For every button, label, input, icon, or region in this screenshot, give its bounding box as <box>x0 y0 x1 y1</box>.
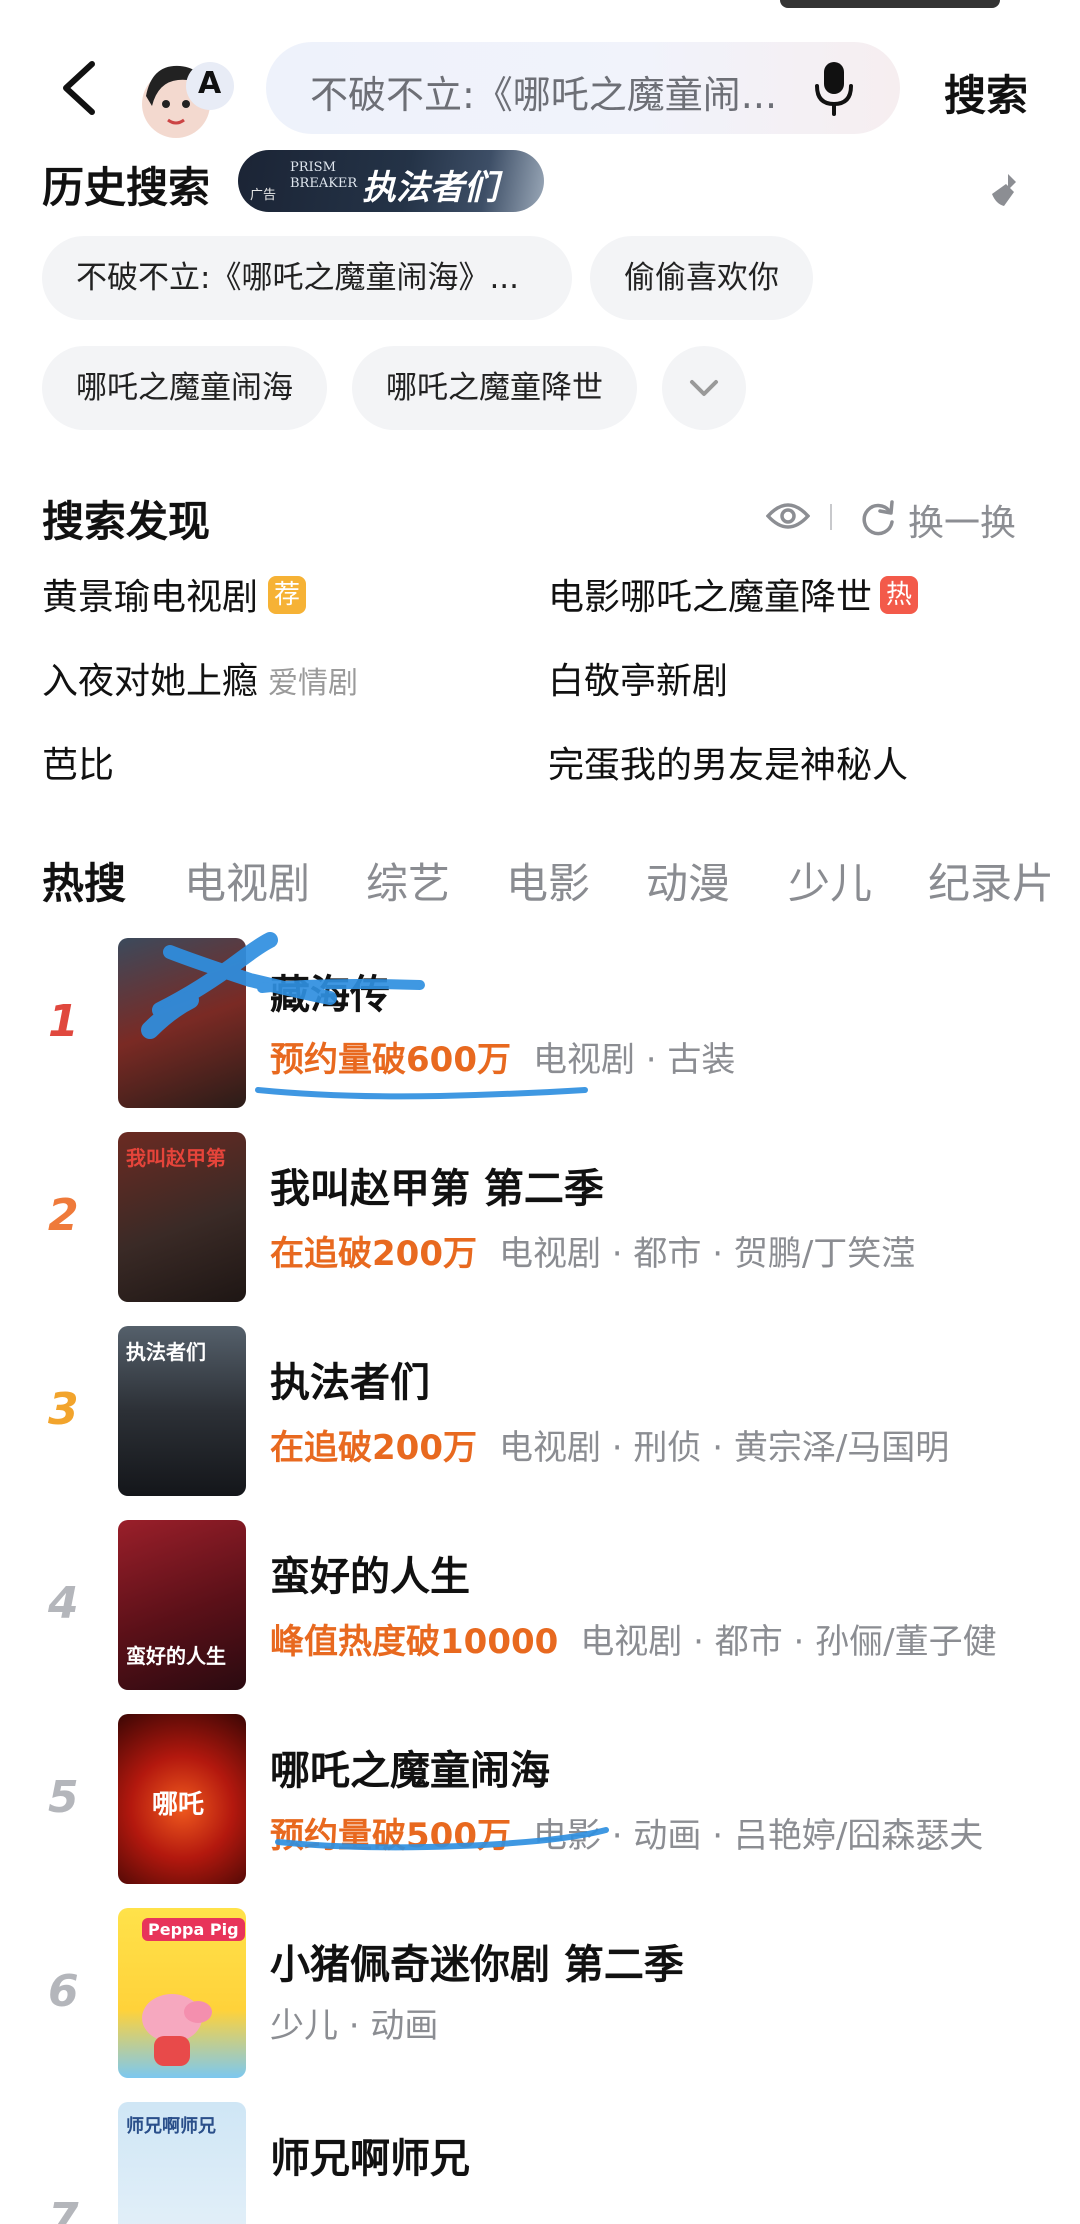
tab-documentary[interactable]: 纪录片 <box>928 850 1054 911</box>
item-title: 我叫赵甲第 第二季 <box>270 1166 604 1212</box>
rank-number: 5 <box>48 1772 79 1823</box>
poster-image: 我叫赵甲第 <box>118 1132 246 1302</box>
history-chip[interactable]: 哪吒之魔童闹海 <box>42 346 327 430</box>
poster-image: Peppa Pig <box>118 1908 246 2078</box>
discover-item[interactable]: 电影哪吒之魔童降世热 <box>548 568 919 620</box>
tab-movie[interactable]: 电影 <box>506 850 590 911</box>
rank-number: 3 <box>48 1384 79 1435</box>
ranking-row[interactable]: 7 师兄啊师兄 师兄啊师兄 <box>0 2102 1080 2224</box>
search-header: A 不破不立:《哪吒之魔童闹... 搜索 <box>0 38 1080 138</box>
refresh-icon[interactable] <box>858 498 898 538</box>
item-meta: 在追破200万 电视剧 · 刑侦 · 黄宗泽/马国明 <box>270 1428 950 1468</box>
discover-title: 搜索发现 <box>42 497 211 546</box>
recommend-badge: 荐 <box>268 576 307 614</box>
ranking-row[interactable]: 5 哪吒 哪吒之魔童闹海 预约量破500万 电影 · 动画 · 吕艳婷/囧森瑟夫 <box>0 1714 1080 1884</box>
tab-tv[interactable]: 电视剧 <box>184 850 310 911</box>
status-bar-fragment <box>780 0 1000 8</box>
rank-number: 4 <box>48 1578 79 1629</box>
ad-tag: 广告 <box>250 188 277 203</box>
tab-hot[interactable]: 热搜 <box>42 850 126 911</box>
search-button[interactable]: 搜索 <box>944 62 1028 123</box>
tab-kids[interactable]: 少儿 <box>788 850 872 911</box>
history-chip[interactable]: 偷偷喜欢你 <box>590 236 813 320</box>
hot-badge: 热 <box>880 576 919 614</box>
category-tabs: 热搜 电视剧 综艺 电影 动漫 少儿 纪录片 <box>42 850 1080 920</box>
discover-item-genre: 爱情剧 <box>268 666 359 701</box>
refresh-label[interactable]: 换一换 <box>908 494 1016 546</box>
tab-variety[interactable]: 综艺 <box>366 850 450 911</box>
poster-image: 哪吒 <box>118 1714 246 1884</box>
ad-brand: PRISM BREAKER <box>290 160 358 191</box>
discover-item[interactable]: 完蛋我的男友是神秘人 <box>548 736 908 788</box>
ai-avatar-icon[interactable]: A <box>138 56 234 144</box>
item-meta: 少儿 · 动画 <box>270 2006 439 2046</box>
item-title: 师兄啊师兄 <box>270 2136 470 2182</box>
poster-image: 执法者们 <box>118 1326 246 1496</box>
expand-history-button[interactable] <box>662 346 746 430</box>
history-chip[interactable]: 不破不立:《哪吒之魔童闹海》... <box>42 236 572 320</box>
poster-image <box>118 938 246 1108</box>
item-title: 执法者们 <box>270 1360 430 1406</box>
back-arrow-icon[interactable] <box>52 58 112 118</box>
eye-icon[interactable] <box>766 498 810 534</box>
ranking-row[interactable]: 6 Peppa Pig 小猪佩奇迷你剧 第二季 少儿 · 动画 <box>0 1908 1080 2078</box>
search-input-value[interactable]: 不破不立:《哪吒之魔童闹... <box>310 64 780 119</box>
item-meta: 在追破200万 电视剧 · 都市 · 贺鹏/丁笑滢 <box>270 1234 916 1274</box>
item-meta: 预约量破600万 电视剧 · 古装 <box>270 1040 736 1080</box>
history-title: 历史搜索 <box>42 163 211 212</box>
discover-item[interactable]: 黄景瑜电视剧荐 <box>42 568 307 620</box>
ranking-row[interactable]: 1 藏海传 预约量破600万 电视剧 · 古装 <box>0 938 1080 1108</box>
item-title: 哪吒之魔童闹海 <box>270 1748 550 1794</box>
rank-number: 1 <box>48 996 79 1047</box>
divider <box>830 504 832 530</box>
discover-item[interactable]: 白敬亭新剧 <box>548 652 728 704</box>
item-title: 藏海传 <box>270 972 390 1018</box>
item-meta: 预约量破500万 电影 · 动画 · 吕艳婷/囧森瑟夫 <box>270 1816 984 1856</box>
ad-banner[interactable]: 广告 PRISM BREAKER 执法者们 <box>238 150 544 212</box>
ad-title: 执法者们 <box>362 168 498 208</box>
history-chip[interactable]: 哪吒之魔童降世 <box>352 346 637 430</box>
discover-tools: 换一换 <box>766 494 1036 544</box>
rank-number: 6 <box>48 1966 79 2017</box>
item-meta: 峰值热度破10000 电视剧 · 都市 · 孙俪/董子健 <box>270 1622 997 1662</box>
clear-history-icon[interactable] <box>986 170 1026 210</box>
ranking-row[interactable]: 2 我叫赵甲第 我叫赵甲第 第二季 在追破200万 电视剧 · 都市 · 贺鹏/丁… <box>0 1132 1080 1302</box>
poster-image: 师兄啊师兄 <box>118 2102 246 2224</box>
item-title: 蛮好的人生 <box>270 1554 470 1600</box>
avatar-badge: A <box>198 66 222 101</box>
handwritten-annotation <box>141 932 609 1851</box>
item-title: 小猪佩奇迷你剧 第二季 <box>270 1942 684 1988</box>
tab-anime[interactable]: 动漫 <box>646 850 730 911</box>
rank-number: 7 <box>48 2194 79 2224</box>
poster-image: 蛮好的人生 <box>118 1520 246 1690</box>
search-input[interactable]: 不破不立:《哪吒之魔童闹... <box>266 42 900 134</box>
microphone-icon[interactable] <box>812 58 856 118</box>
discover-item[interactable]: 芭比 <box>42 736 114 788</box>
pig-character-icon <box>142 1994 212 2066</box>
discover-item[interactable]: 入夜对她上瘾 爱情剧 <box>42 652 358 704</box>
chevron-down-icon <box>690 380 718 396</box>
ranking-row[interactable]: 4 蛮好的人生 蛮好的人生 峰值热度破10000 电视剧 · 都市 · 孙俪/董子… <box>0 1520 1080 1690</box>
rank-number: 2 <box>48 1190 79 1241</box>
ranking-row[interactable]: 3 执法者们 执法者们 在追破200万 电视剧 · 刑侦 · 黄宗泽/马国明 <box>0 1326 1080 1496</box>
